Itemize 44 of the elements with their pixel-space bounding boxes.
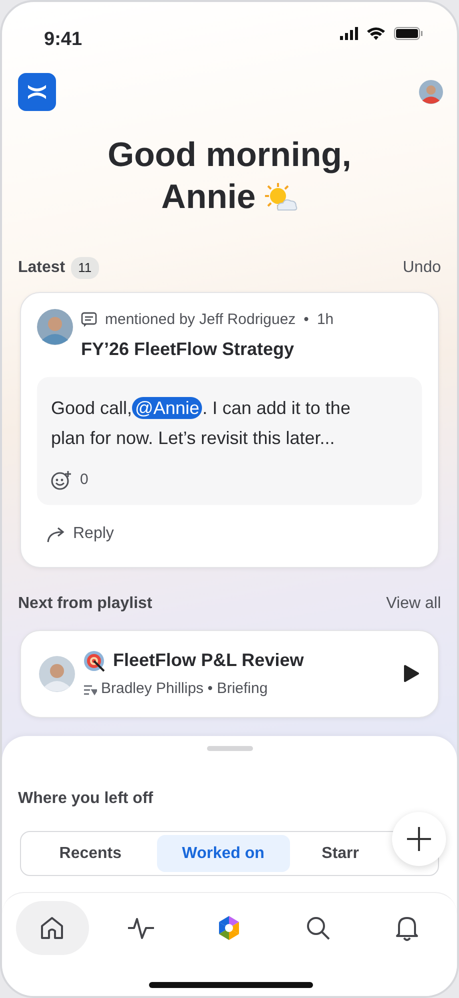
content-type: Briefing: [216, 679, 268, 699]
playlist-card[interactable]: FleetFlow P&L Review Bradley Phillips • Briefing: [20, 630, 439, 718]
user-avatar: [37, 309, 73, 345]
mention-card[interactable]: mentioned by Jeff Rodriguez • 1h FY’26 FleetFlow Strategy Good call, @Annie . I can add it to the plan for now. Let’s revisit this later... 0 Reply: [20, 292, 439, 568]
playlist-icon: [83, 682, 97, 696]
greeting-text: Annie: [161, 177, 256, 218]
drag-handle[interactable]: [206, 746, 252, 751]
target-icon: [83, 650, 105, 672]
separator-dot: •: [304, 310, 309, 330]
comment-icon: [81, 312, 97, 328]
tab[interactable]: Starr: [316, 835, 366, 872]
app-logo[interactable]: [18, 73, 56, 111]
page-title[interactable]: FY’26 FleetFlow Strategy: [81, 336, 334, 362]
mention-link[interactable]: @Annie: [132, 396, 202, 418]
author-name: Bradley Phillips: [101, 679, 204, 699]
search-icon: [304, 914, 332, 942]
tab[interactable]: Worked on: [156, 835, 290, 872]
view-all-link[interactable]: View all: [386, 592, 441, 616]
reaction-count: 0: [80, 470, 88, 490]
section-title: Where you left off: [17, 789, 154, 809]
wifi-icon: [366, 26, 386, 40]
plus-icon: [406, 826, 432, 852]
section-title: Next from playlist: [18, 594, 152, 614]
play-icon[interactable]: [403, 665, 420, 682]
separator-dot: •: [208, 679, 213, 699]
add-button[interactable]: [392, 812, 446, 866]
undo-link[interactable]: Undo: [402, 256, 441, 280]
briefing-title: FleetFlow P&L Review: [113, 649, 304, 672]
sun-cloud-icon: [264, 182, 298, 212]
greeting-text: Good morning,: [108, 135, 352, 176]
signal-icon: [340, 26, 358, 40]
status-time: 9:41: [44, 28, 82, 52]
count-badge: 11: [71, 257, 99, 279]
tab[interactable]: Recents: [24, 835, 157, 872]
reply-icon: [46, 525, 65, 543]
comment-text: Good call, @Annie . I can add it to the plan for now. Let’s revisit this later...: [51, 396, 352, 450]
mention-meta: mentioned by Jeff Rodriguez: [105, 310, 296, 330]
section-title: Latest: [18, 258, 66, 278]
battery-icon: [394, 26, 423, 40]
timestamp: 1h: [316, 310, 334, 330]
add-reaction-icon[interactable]: [51, 470, 72, 490]
avatar[interactable]: [419, 80, 443, 104]
user-avatar: [39, 656, 75, 692]
reply-button[interactable]: Reply: [37, 513, 123, 555]
